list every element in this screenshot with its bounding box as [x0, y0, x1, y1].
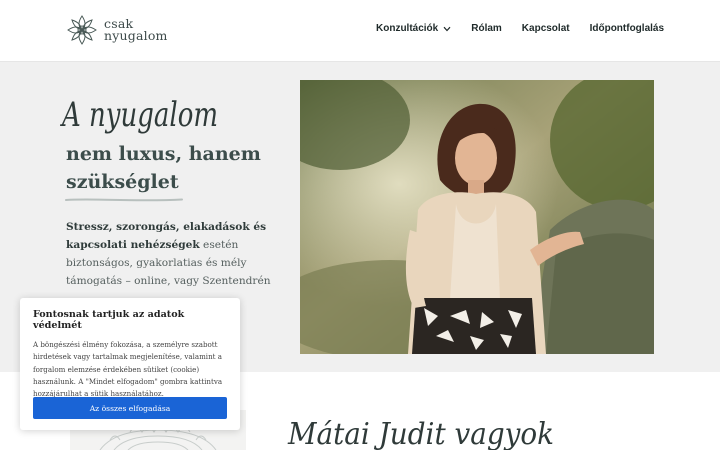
site-logo[interactable]: csak nyugalom — [66, 14, 168, 46]
nav-label: Rólam — [471, 23, 502, 34]
hero-script-title: A nyugalom — [60, 95, 218, 135]
hero-script-title-text: A nyugalom — [60, 95, 218, 135]
hero-heading-line-2: szükséglet — [66, 171, 179, 193]
cookie-title: Fontosnak tartjuk az adatok védelmét — [33, 309, 185, 331]
nav-label: Időpontfoglalás — [589, 23, 665, 34]
cookie-consent-banner: Fontosnak tartjuk az adatok védelmét A b… — [20, 298, 240, 430]
portrait-illustration — [300, 80, 654, 354]
about-script-title: Mátai Judit vagyok — [287, 417, 554, 450]
lotus-mandala-icon — [67, 15, 97, 45]
nav-item-idopontfoglalas[interactable]: Időpontfoglalás — [590, 23, 664, 34]
hero-lead: Stressz, szorongás, elakadások és kapcso… — [66, 218, 292, 290]
chevron-down-icon — [443, 26, 451, 31]
logo-wordmark: csak nyugalom — [104, 17, 168, 43]
logo-line-2: nyugalom — [104, 28, 168, 43]
hero-heading: nem luxus, hanem szükséglet — [66, 140, 296, 196]
brush-underline — [65, 198, 183, 202]
hero-heading-line-1: nem luxus, hanem — [66, 143, 261, 165]
cookie-text: A böngészési élmény fokozása, a személyr… — [33, 340, 223, 399]
accept-all-cookies-button[interactable]: Az összes elfogadása — [33, 397, 227, 419]
nav-item-kapcsolat[interactable]: Kapcsolat — [522, 23, 570, 34]
site-header: csak nyugalom Konzultációk Rólam Kapcsol… — [0, 0, 720, 62]
nav-label: Kapcsolat — [521, 23, 570, 34]
main-nav: Konzultációk Rólam Kapcsolat Időpontfogl… — [376, 23, 664, 34]
nav-item-rolam[interactable]: Rólam — [471, 23, 502, 34]
nav-item-konzultaciok[interactable]: Konzultációk — [376, 23, 451, 34]
nav-label: Konzultációk — [376, 23, 439, 34]
hero-portrait-photo — [300, 80, 654, 354]
about-script-title-text: Mátai Judit vagyok — [287, 417, 554, 450]
